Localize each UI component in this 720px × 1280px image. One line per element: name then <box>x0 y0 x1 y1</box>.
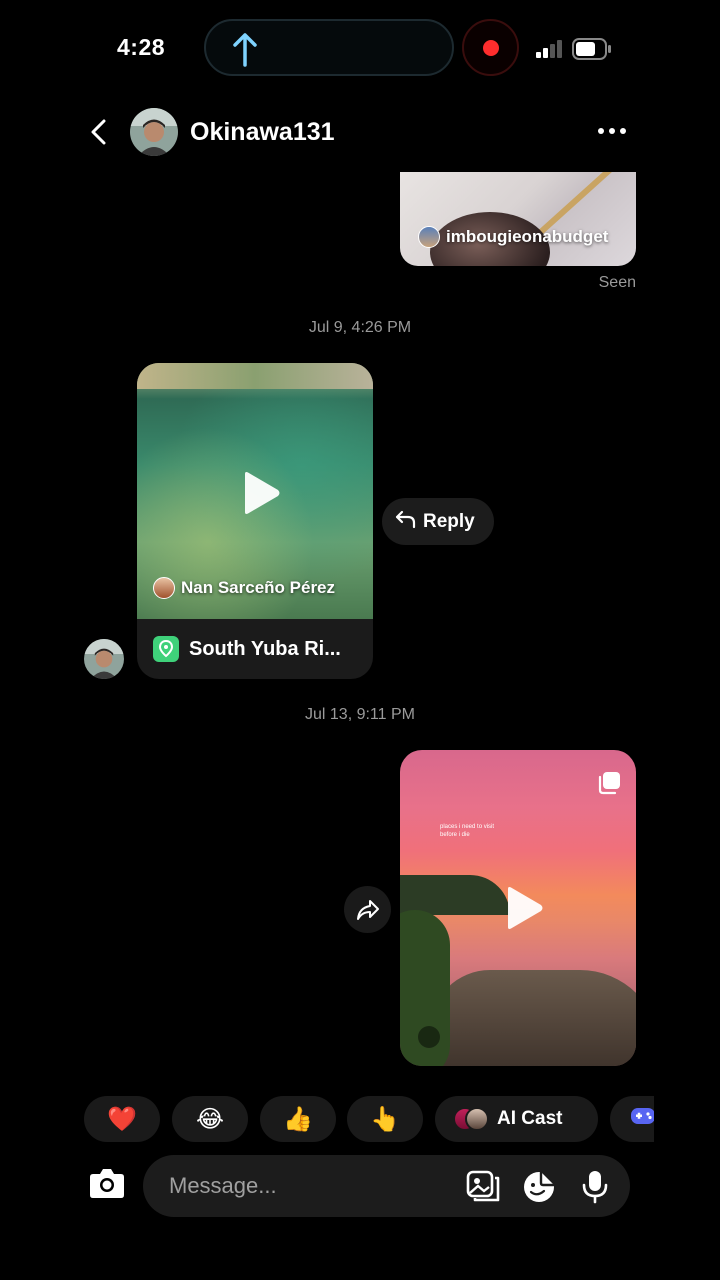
signal-icon <box>536 40 564 63</box>
screen-recording-indicator[interactable] <box>462 19 519 76</box>
play-icon <box>241 471 281 520</box>
avatar <box>465 1107 489 1131</box>
record-dot-icon <box>483 40 499 56</box>
message-timestamp: Jul 9, 4:26 PM <box>308 319 412 336</box>
battery-icon <box>572 38 612 65</box>
reaction-heart[interactable]: ❤️ <box>84 1096 160 1142</box>
game-controller-icon <box>630 1105 654 1133</box>
location-pin-icon <box>153 636 179 662</box>
avatar <box>153 577 175 599</box>
play-icon <box>504 886 544 935</box>
avatar[interactable] <box>130 108 178 156</box>
message-input[interactable] <box>169 1169 449 1203</box>
reply-button[interactable]: Reply <box>382 498 494 545</box>
camera-icon[interactable] <box>88 1165 126 1206</box>
shared-post-username: imbougieonabudget <box>446 227 609 246</box>
shared-reel[interactable]: Nan Sarceño Pérez South Yuba Ri... <box>137 363 373 679</box>
reaction-pointing-up[interactable]: 👆 <box>347 1096 423 1142</box>
message-composer <box>143 1155 630 1217</box>
chat-username[interactable]: Okinawa131 <box>190 118 335 147</box>
back-chevron-icon[interactable] <box>88 118 110 151</box>
shared-post-preview[interactable]: imbougieonabudget <box>400 172 636 266</box>
location-label: South Yuba Ri... <box>189 637 341 660</box>
more-options-icon[interactable] <box>598 128 626 134</box>
reel-location[interactable]: South Yuba Ri... <box>137 619 373 679</box>
seen-status: Seen <box>598 274 636 291</box>
reply-arrow-icon <box>394 509 416 535</box>
shared-reel[interactable]: places i need to visit before i die <box>400 750 636 1066</box>
games-button[interactable] <box>610 1096 654 1142</box>
ai-cast-button[interactable]: AI Cast <box>435 1096 598 1142</box>
share-icon[interactable] <box>344 886 391 933</box>
audio-indicator <box>418 1026 440 1048</box>
reaction-thumbs-up[interactable]: 👍 <box>260 1096 336 1142</box>
avatar[interactable] <box>84 639 124 679</box>
gallery-icon[interactable] <box>465 1169 501 1208</box>
upload-arrow-icon <box>230 29 260 74</box>
reply-label: Reply <box>423 510 475 532</box>
reel-caption: places i need to visit before i die <box>440 824 495 838</box>
reel-author: Nan Sarceño Pérez <box>181 578 336 597</box>
microphone-icon[interactable] <box>579 1169 611 1210</box>
sticker-icon[interactable] <box>521 1169 557 1210</box>
reaction-laughing[interactable]: 😂 <box>172 1096 248 1142</box>
ai-cast-label: AI Cast <box>497 1108 563 1129</box>
status-time: 4:28 <box>117 34 166 60</box>
avatar <box>418 226 440 248</box>
dynamic-island[interactable] <box>204 19 454 76</box>
message-timestamp: Jul 13, 9:11 PM <box>305 706 415 723</box>
quick-reactions-bar: ❤️ 😂 👍 👆 AI Cast <box>84 1096 654 1142</box>
multiple-media-icon <box>596 770 622 801</box>
